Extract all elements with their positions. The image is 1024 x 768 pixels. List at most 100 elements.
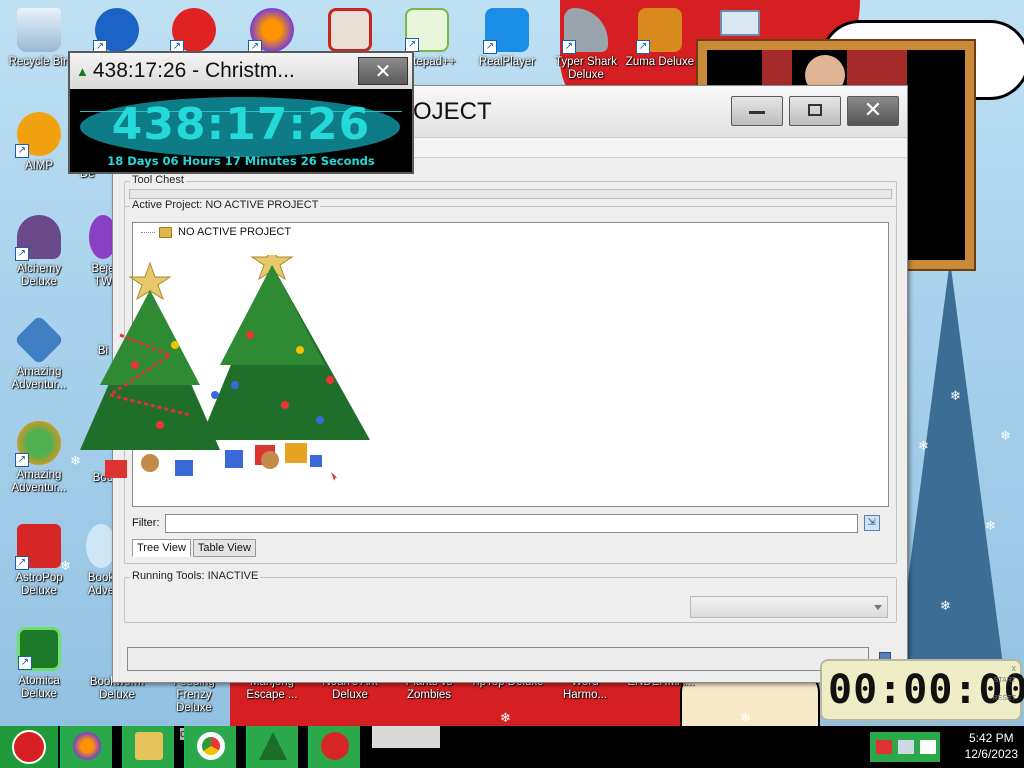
system-tray: 5:42 PM 12/6/2023 (858, 726, 1024, 768)
snowflake-icon: ❄ (918, 439, 929, 454)
notepad-plus-plus-icon: ↗ (405, 8, 449, 52)
tool-chest-toolbar[interactable] (129, 189, 892, 199)
astropop-icon: ↗ (15, 524, 61, 570)
shortcut-arrow-icon: ↗ (15, 144, 29, 158)
close-button[interactable]: ✕ (847, 96, 899, 126)
close-icon: ✕ (863, 98, 883, 123)
taskbar: anty ownloads 5:42 PM 12/6/2023 (0, 726, 1024, 768)
stopwatch-reset-button[interactable]: RESET (993, 695, 1016, 702)
zuma-frog-icon: ↗ (636, 8, 682, 54)
running-tools-panel: Running Tools: INACTIVE (124, 570, 897, 623)
tree-node-root[interactable]: NO ACTIVE PROJECT (141, 226, 291, 238)
number-2-icon: ↗ (93, 8, 139, 54)
chevron-down-icon (874, 605, 882, 610)
taskbar-chrome[interactable] (184, 726, 236, 768)
filter-apply-button[interactable]: ⇲ (863, 515, 880, 531)
snowflake-icon: ❄ (500, 711, 511, 726)
maximize-button[interactable] (789, 96, 841, 126)
countdown-time: 438:17:26 (111, 99, 371, 150)
tray-warning-icon[interactable] (876, 740, 892, 754)
tray-icons-area[interactable] (870, 732, 940, 762)
snowflake-icon: ❄ (940, 599, 951, 614)
shortcut-arrow-icon: ↗ (15, 453, 29, 467)
desktop-icon-label: AIMP (24, 160, 54, 172)
tree-connector (141, 231, 155, 233)
desktop-icon-firefox[interactable]: ↗ (235, 8, 309, 56)
tab-table-view[interactable]: Table View (192, 539, 256, 557)
filter-row: Filter: ⇲ (132, 512, 889, 534)
desktop-icon-label: Book Adve (87, 572, 115, 597)
taskbar-red-app[interactable] (308, 726, 360, 768)
filter-input[interactable] (164, 513, 858, 533)
diamond-icon (14, 315, 64, 365)
firefox-icon: ↗ (248, 8, 294, 54)
maximize-icon (808, 104, 822, 116)
shortcut-arrow-icon: ↗ (483, 40, 497, 54)
tree-node-label: NO ACTIVE PROJECT (178, 226, 292, 238)
countdown-close-button[interactable]: ✕ (358, 57, 408, 85)
view-tabs: Tree View Table View (132, 539, 258, 557)
countdown-titlebar[interactable]: ▲ 438:17:26 - Christm... ✕ (70, 53, 412, 89)
snowflake-icon: ❄ (950, 389, 961, 404)
snowflake-icon: ❄ (1000, 429, 1011, 444)
desktop-icon-label: RealPlayer (478, 56, 536, 68)
desktop-icon-realplayer[interactable]: ↗ RealPlayer (470, 8, 544, 69)
christmas-tree-icon (259, 732, 287, 760)
shortcut-arrow-icon: ↗ (405, 38, 419, 52)
desktop-icon-typer-shark[interactable]: ↗ Typer Shark Deluxe (549, 8, 623, 82)
filter-label: Filter: (132, 517, 160, 529)
countdown-subtitle: 18 Days 06 Hours 17 Minutes 26 Seconds (107, 154, 375, 168)
desktop-icon-aimp[interactable]: ↗ AIMP (2, 112, 76, 173)
network-icon[interactable] (898, 740, 914, 754)
clock-date: 12/6/2023 (964, 747, 1018, 761)
folder-icon (159, 226, 172, 238)
volume-icon[interactable] (920, 740, 936, 754)
christmas-tree-decoration (60, 255, 380, 490)
desktop-icon-atomica[interactable]: ↗ Atomica Deluxe (2, 627, 76, 701)
taskbar-clock[interactable]: 5:42 PM 12/6/2023 (965, 730, 1018, 762)
wizard-icon: ↗ (15, 215, 61, 261)
santa-start-icon (12, 730, 46, 764)
desktop-icon-label: Recycle Bin (8, 56, 70, 68)
minimize-icon (749, 111, 765, 114)
snowflake-icon: ❄ (985, 519, 996, 534)
desktop-icon-2[interactable]: ↗ (80, 8, 154, 56)
desktop-icon-label: Alchemy Deluxe (16, 263, 62, 288)
taskbar-gray-box[interactable] (372, 726, 440, 748)
firefox-icon (73, 732, 101, 760)
stopwatch-time: 00:00:00 (828, 667, 1024, 713)
wallpaper-blue-tree (895, 260, 1005, 680)
christmas-trees-icon (80, 255, 370, 484)
globe-compass-icon: ↗ (15, 421, 61, 467)
start-button[interactable] (0, 726, 58, 768)
running-tools-select[interactable] (690, 596, 888, 618)
stopwatch-widget[interactable]: x 00:00:00 START RESET (820, 659, 1024, 721)
clock-time: 5:42 PM (968, 731, 1014, 745)
desktop-icon-gate[interactable] (313, 8, 387, 56)
desktop-icon-label: Typer Shark Deluxe (555, 56, 617, 81)
red-creature-icon: ↗ (170, 8, 216, 54)
shark-icon: ↗ (562, 8, 608, 54)
desktop-icon-red-creature[interactable]: ↗ (157, 8, 231, 56)
tab-tree-view[interactable]: Tree View (132, 539, 191, 557)
shortcut-arrow-icon: ↗ (562, 40, 576, 54)
minimize-button[interactable] (731, 96, 783, 126)
desktop-icon-window[interactable] (718, 10, 762, 40)
desktop-icon-label: Zuma Deluxe (625, 56, 695, 68)
shortcut-arrow-icon: ↗ (18, 656, 32, 670)
taskbar-file-explorer[interactable] (122, 726, 174, 768)
snowflake-icon: ❄ (740, 711, 751, 726)
recycle-bin-icon (17, 8, 61, 52)
taskbar-christmas-tree[interactable] (246, 726, 298, 768)
red-app-icon (321, 732, 349, 760)
stopwatch-start-button[interactable]: START (994, 677, 1016, 684)
countdown-widget[interactable]: ▲ 438:17:26 - Christm... ✕ 438:17:26 18 … (68, 51, 414, 174)
realplayer-icon: ↗ (483, 8, 529, 54)
countdown-display: 438:17:26 18 Days 06 Hours 17 Minutes 26… (70, 89, 412, 172)
taskbar-firefox[interactable] (60, 726, 112, 768)
radioactive-icon: ↗ (17, 627, 61, 671)
desktop-icon-astropop[interactable]: ↗ AstroPop Deluxe (2, 524, 76, 598)
folder-icon (135, 732, 163, 760)
desktop-icon-recycle-bin[interactable]: Recycle Bin (2, 8, 76, 69)
desktop-icon-zuma[interactable]: ↗ Zuma Deluxe (623, 8, 697, 69)
